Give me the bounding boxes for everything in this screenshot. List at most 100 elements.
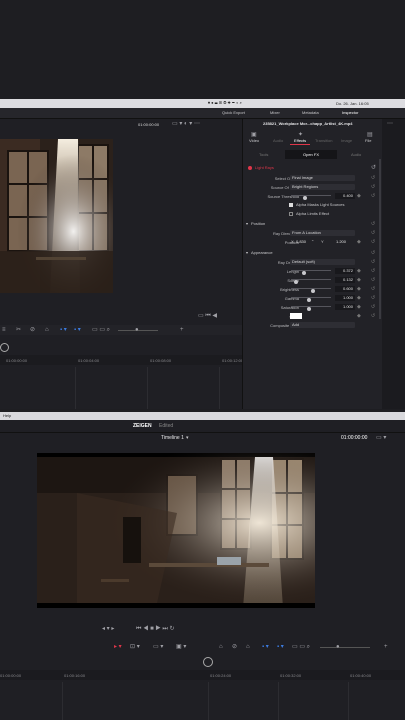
- zoom-icons[interactable]: ▭ ▭ ⌕: [292, 644, 310, 650]
- position-lock-icon[interactable]: ⌂: [246, 644, 250, 650]
- blade-icon[interactable]: ✂: [16, 327, 21, 333]
- playhead-knob[interactable]: [0, 343, 9, 352]
- viewer-transport-icons[interactable]: ▭ ⏮ ◀: [198, 313, 217, 319]
- soften-slider[interactable]: [291, 279, 331, 284]
- slider-knob[interactable]: [293, 280, 298, 284]
- slider-knob[interactable]: [303, 196, 308, 200]
- inspector-scrollbar[interactable]: [379, 159, 381, 319]
- plus-icon[interactable]: +: [384, 644, 388, 650]
- reset-icon[interactable]: ↺: [371, 230, 375, 236]
- gamma-slider[interactable]: [291, 297, 331, 302]
- slider-knob[interactable]: [307, 298, 311, 302]
- link-icon[interactable]: ⊘: [30, 327, 35, 333]
- trim-icon[interactable]: ≡: [2, 327, 6, 333]
- plus-icon[interactable]: +: [180, 327, 184, 333]
- reset-icon[interactable]: ↺: [371, 268, 375, 274]
- reset-icon[interactable]: ↺: [371, 277, 375, 283]
- reset-icon[interactable]: ↺: [371, 221, 375, 227]
- metadata-tab[interactable]: Metadata: [302, 111, 319, 115]
- tab-audio[interactable]: Audio: [273, 139, 283, 143]
- alpha-limits-checkbox[interactable]: [289, 212, 293, 216]
- soften-value[interactable]: 0.132: [335, 277, 355, 283]
- slider-knob[interactable]: [302, 271, 307, 275]
- keyframe-icon[interactable]: ◆: [357, 239, 361, 245]
- alpha-masks-checkbox[interactable]: [289, 203, 293, 207]
- subtab-tools[interactable]: Tools: [259, 153, 268, 157]
- reset-icon[interactable]: ↺: [371, 295, 375, 301]
- reset-icon[interactable]: ↺: [371, 286, 375, 292]
- subtab-audio[interactable]: Audio: [351, 153, 361, 157]
- trim-icon[interactable]: ⊡ ▾: [130, 644, 140, 650]
- source-threshold-slider[interactable]: [291, 195, 331, 200]
- zoom-knob-icon[interactable]: ●: [135, 327, 139, 333]
- quick-export-button[interactable]: Quick Export: [222, 111, 245, 115]
- flag-icon[interactable]: ▪ ▾: [60, 327, 67, 333]
- effect-enable-toggle[interactable]: [248, 166, 252, 170]
- viewer-options-icon[interactable]: ▭ ▾: [376, 435, 386, 441]
- reset-icon[interactable]: ↺: [371, 259, 375, 265]
- tab-file[interactable]: File: [365, 139, 371, 143]
- length-value[interactable]: 0.372: [335, 268, 355, 274]
- brightness-value[interactable]: 0.600: [335, 286, 355, 292]
- source-of-rays-dropdown[interactable]: Bright Regions: [290, 184, 355, 190]
- keyframe-icon[interactable]: ◆: [357, 286, 361, 292]
- transport-icons[interactable]: ⏮ ◀ ■ ▶ ⏭ ↻: [136, 626, 175, 632]
- reset-icon[interactable]: ↺: [371, 239, 375, 245]
- overwrite-icon[interactable]: ▣ ▾: [176, 644, 186, 650]
- reset-icon[interactable]: ↺: [371, 313, 375, 319]
- zoom-slider[interactable]: [320, 647, 370, 648]
- composite-dropdown[interactable]: Add: [290, 322, 355, 328]
- keyframe-icon[interactable]: ◆: [357, 313, 361, 319]
- tab-video[interactable]: Video: [249, 139, 259, 143]
- source-threshold-value[interactable]: 0.400: [335, 193, 355, 199]
- flag-icon[interactable]: ▪ ▾: [262, 644, 269, 650]
- reset-icon[interactable]: ↺: [371, 250, 375, 256]
- position-x-value[interactable]: 0.830: [296, 240, 306, 244]
- section-position[interactable]: ▾ Position ↺: [243, 220, 383, 228]
- inspector-tab[interactable]: Inspector: [342, 111, 358, 115]
- snap-icon[interactable]: ⌂: [219, 644, 223, 650]
- brightness-slider[interactable]: [291, 288, 331, 293]
- keyframe-icon[interactable]: ◆: [357, 268, 361, 274]
- gamma-value[interactable]: 1.000: [335, 295, 355, 301]
- tab-effects[interactable]: Effects: [294, 139, 306, 143]
- effect-header[interactable]: Light Rays ↺: [243, 164, 383, 172]
- selection-icon[interactable]: ▸ ▾: [114, 644, 122, 650]
- tab-transition[interactable]: Transition: [315, 139, 332, 143]
- saturation-slider[interactable]: [291, 306, 331, 311]
- reset-icon[interactable]: ↺: [371, 193, 375, 199]
- reset-icon[interactable]: ↺: [371, 175, 375, 181]
- keyframe-icon[interactable]: ◆: [357, 193, 361, 199]
- subtab-openfx[interactable]: Open FX: [303, 153, 319, 157]
- tab-image[interactable]: Image: [341, 139, 352, 143]
- slider-knob[interactable]: [310, 289, 315, 293]
- keyframe-icon[interactable]: ◆: [357, 304, 361, 310]
- blade-icon[interactable]: ▭ ▾: [153, 644, 163, 650]
- timeline-tracks-bottom[interactable]: [0, 682, 405, 720]
- ray-dropoff-dropdown[interactable]: Default (soft): [290, 259, 355, 265]
- loop-icon[interactable]: ◂ ▾ ▸: [102, 626, 114, 632]
- ray-directions-dropdown[interactable]: From A Location: [290, 230, 355, 236]
- reset-icon[interactable]: ↺: [371, 304, 375, 310]
- mixer-tab[interactable]: Mixer: [270, 111, 280, 115]
- crosshair-icon[interactable]: ⌃: [311, 240, 314, 244]
- marker-icon[interactable]: ▪ ▾: [277, 644, 284, 650]
- saturation-value[interactable]: 1.000: [335, 304, 355, 310]
- playhead-knob[interactable]: [203, 657, 213, 667]
- viewer-options-icon[interactable]: ▭ ▾ ◐ ▾ ⋯: [172, 121, 200, 127]
- snap-icon[interactable]: ⌂: [45, 327, 49, 333]
- reset-icon[interactable]: ↺: [371, 184, 375, 190]
- color-swatch[interactable]: [290, 313, 302, 319]
- section-appearance[interactable]: ▾ Appearance ↺: [243, 249, 383, 257]
- link-icon[interactable]: ⊘: [232, 644, 237, 650]
- more-icon[interactable]: ⋯: [387, 121, 393, 127]
- chevron-down-icon[interactable]: ▾: [186, 436, 189, 441]
- keyframe-icon[interactable]: ◆: [357, 295, 361, 301]
- timeline-name-dropdown[interactable]: Timeline 1: [161, 436, 184, 441]
- zoom-icons[interactable]: ▭ ▭ ⌕: [92, 327, 110, 333]
- position-y-value[interactable]: 1.200: [336, 240, 346, 244]
- slider-knob[interactable]: [307, 307, 311, 311]
- help-menu[interactable]: Help: [3, 414, 11, 418]
- marker-icon[interactable]: ▪ ▾: [74, 327, 81, 333]
- keyframe-icon[interactable]: ◆: [357, 277, 361, 283]
